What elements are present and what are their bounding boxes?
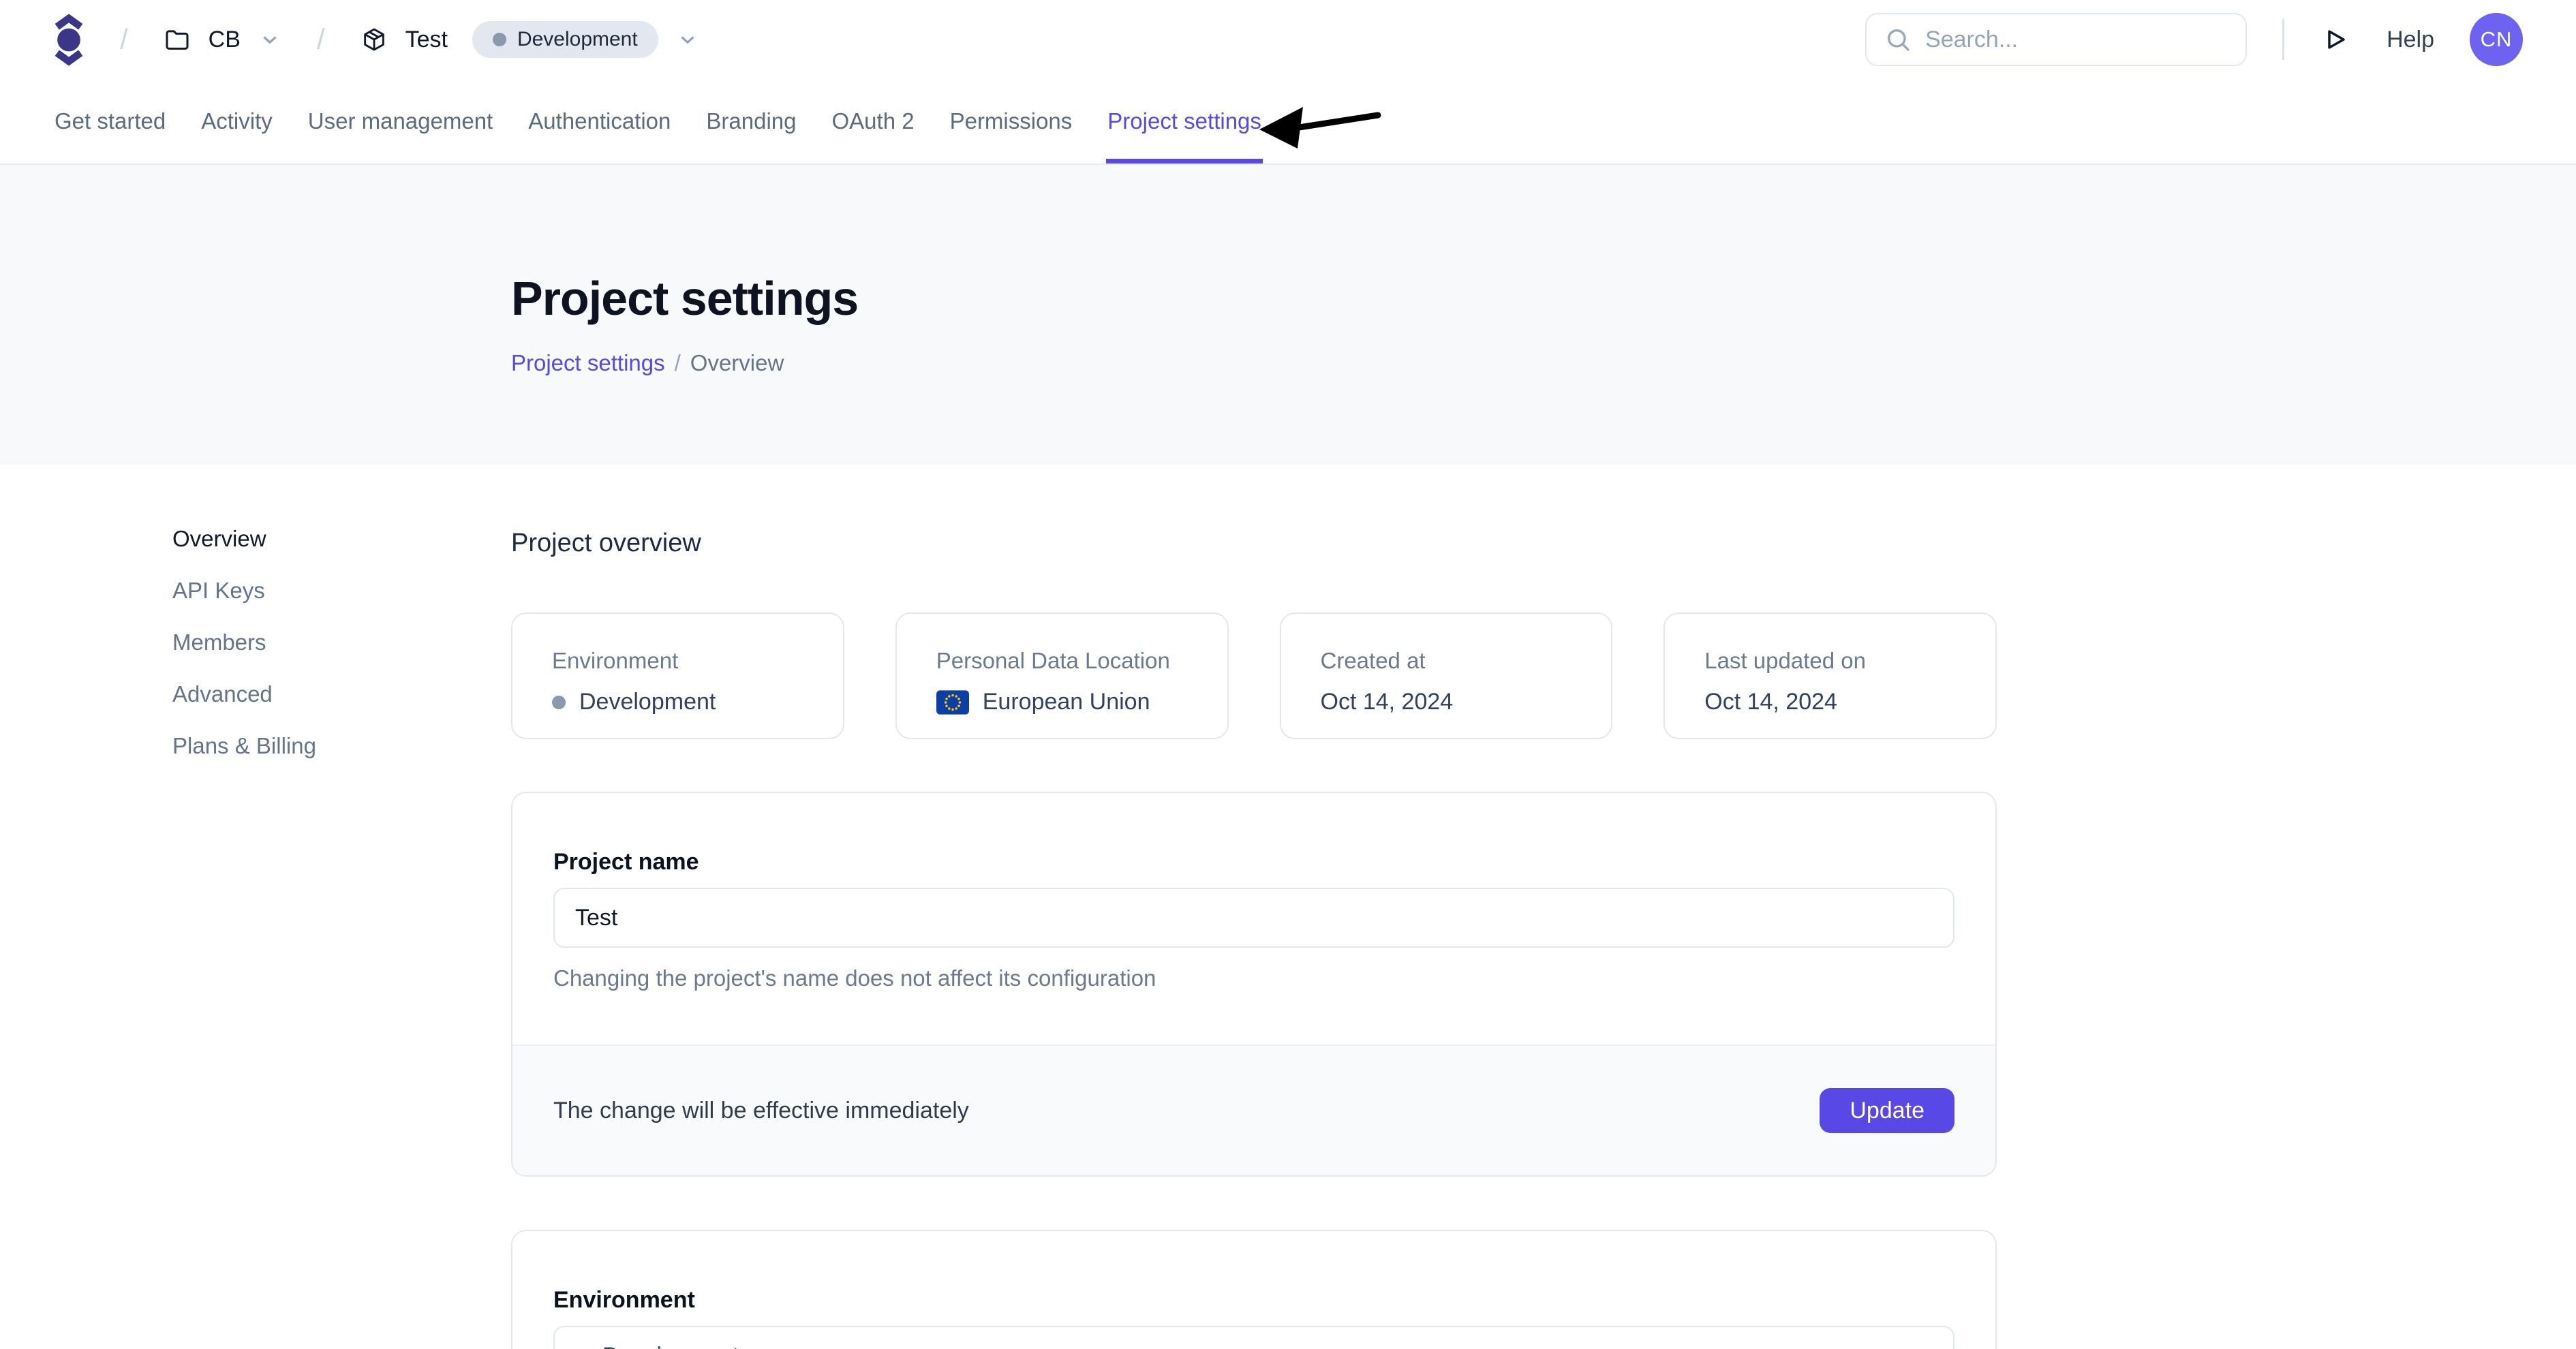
info-card-environment: Environment Development <box>511 613 844 739</box>
breadcrumb-link-project-settings[interactable]: Project settings <box>511 350 665 376</box>
tab-permissions[interactable]: Permissions <box>949 79 1074 164</box>
page-header: Project settings Project settings / Over… <box>0 165 2576 465</box>
environment-select-value: Development <box>575 1343 739 1349</box>
info-card-value-text: Oct 14, 2024 <box>1704 689 1837 715</box>
update-button[interactable]: Update <box>1820 1088 1954 1133</box>
project-name-label: Project name <box>553 849 1954 875</box>
section-title: Project overview <box>511 529 1997 558</box>
environment-select[interactable]: Development <box>553 1326 1954 1349</box>
tab-user-management[interactable]: User management <box>307 79 494 164</box>
play-icon <box>2320 25 2348 54</box>
project-name-card-footer: The change will be effective immediately… <box>512 1044 1995 1175</box>
project-name-input[interactable] <box>553 888 1954 948</box>
info-cards-row: Environment Development Personal Data Lo… <box>511 613 1997 739</box>
page-breadcrumb: Project settings / Overview <box>511 350 2576 376</box>
eu-flag-icon <box>936 690 969 715</box>
info-card-value-text: Oct 14, 2024 <box>1321 689 1454 715</box>
info-card-value: Oct 14, 2024 <box>1704 689 1956 715</box>
chevron-down-icon <box>258 28 281 51</box>
info-card-value: European Union <box>936 689 1188 715</box>
info-card-label: Created at <box>1321 648 1572 674</box>
help-button[interactable]: Help <box>2387 27 2434 53</box>
info-card-label: Last updated on <box>1704 648 1956 674</box>
breadcrumb-separator: / <box>120 23 128 56</box>
org-switcher-button[interactable]: CB <box>164 26 281 53</box>
search-input[interactable] <box>1925 27 2228 53</box>
logo-icon <box>53 14 85 66</box>
info-card-data-location: Personal Data Location Europea <box>895 613 1229 739</box>
info-card-label: Environment <box>552 648 803 674</box>
tab-branding[interactable]: Branding <box>705 79 797 164</box>
environment-card: Environment Development <box>511 1230 1997 1349</box>
tab-project-settings[interactable]: Project settings <box>1106 79 1263 164</box>
tab-activity[interactable]: Activity <box>200 79 274 164</box>
status-dot <box>552 696 566 709</box>
main-panel: Project overview Environment Development… <box>511 465 1997 1349</box>
user-avatar[interactable]: CN <box>2470 13 2523 66</box>
info-card-created-at: Created at Oct 14, 2024 <box>1280 613 1613 739</box>
tab-oauth2[interactable]: OAuth 2 <box>831 79 916 164</box>
tab-get-started[interactable]: Get started <box>53 79 167 164</box>
environment-badge-label: Development <box>517 28 638 51</box>
tab-authentication[interactable]: Authentication <box>527 79 672 164</box>
info-card-value-text: Development <box>579 689 716 715</box>
info-card-last-updated: Last updated on Oct 14, 2024 <box>1663 613 1997 739</box>
project-name: Test <box>405 27 448 53</box>
breadcrumb-separator: / <box>317 23 325 56</box>
page-title: Project settings <box>511 271 2576 326</box>
info-card-label: Personal Data Location <box>936 648 1188 674</box>
sidebar-item-plans-billing[interactable]: Plans & Billing <box>172 732 316 760</box>
project-name-card: Project name Changing the project's name… <box>511 792 1997 1177</box>
info-card-value-text: European Union <box>983 689 1150 715</box>
sidebar-item-overview[interactable]: Overview <box>172 525 316 553</box>
settings-sidebar: Overview API Keys Members Advanced Plans… <box>172 525 316 784</box>
sidebar-item-api-keys[interactable]: API Keys <box>172 577 316 604</box>
main-tab-bar: Get started Activity User management Aut… <box>0 79 2576 165</box>
breadcrumb-current: Overview <box>690 350 784 376</box>
changelog-play-button[interactable] <box>2320 25 2348 54</box>
environment-label: Environment <box>553 1287 1954 1314</box>
search-box <box>1865 13 2247 66</box>
environment-select-text: Development <box>602 1343 739 1349</box>
top-bar: / CB / Test Development <box>0 0 2576 79</box>
search-icon <box>1884 26 1912 53</box>
divider <box>2282 19 2284 60</box>
status-dot <box>493 33 506 46</box>
app-logo[interactable] <box>53 14 85 66</box>
chevron-down-icon <box>676 28 699 51</box>
package-icon <box>361 26 388 53</box>
project-switcher-button[interactable]: Test Development <box>361 21 699 58</box>
footer-note: The change will be effective immediately <box>553 1098 969 1124</box>
breadcrumb: / CB / Test Development <box>53 14 699 66</box>
breadcrumb-separator: / <box>675 350 681 376</box>
info-card-value: Development <box>552 689 803 715</box>
chevron-down-icon <box>1904 1342 1933 1349</box>
sidebar-item-members[interactable]: Members <box>172 629 316 656</box>
folder-icon <box>164 26 191 53</box>
org-name: CB <box>209 27 241 53</box>
content-area: Overview API Keys Members Advanced Plans… <box>0 465 2576 1349</box>
sidebar-item-advanced[interactable]: Advanced <box>172 681 316 708</box>
project-name-card-body: Project name Changing the project's name… <box>512 793 1995 1044</box>
topbar-actions: Help CN <box>1865 13 2523 66</box>
project-name-helper: Changing the project's name does not aff… <box>553 965 1954 991</box>
info-card-value: Oct 14, 2024 <box>1321 689 1572 715</box>
environment-badge: Development <box>472 21 658 58</box>
